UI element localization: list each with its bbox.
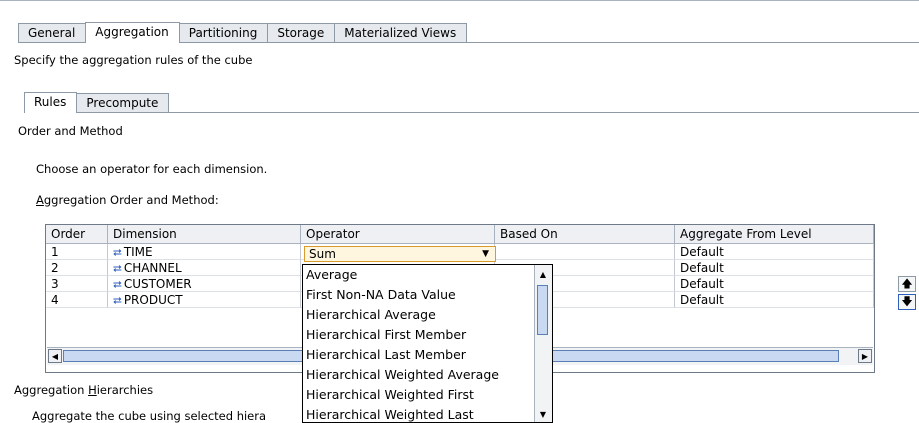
arrow-up-icon[interactable]: 🡅: [898, 276, 916, 292]
dimension-name: PRODUCT: [123, 293, 183, 307]
operator-option-hier-average[interactable]: Hierarchical Average: [303, 305, 552, 325]
scroll-left-icon[interactable]: ◀: [48, 349, 62, 363]
level-cell[interactable]: Default: [675, 260, 874, 276]
subtab-divider: [24, 112, 919, 113]
operator-option-hier-first-member[interactable]: Hierarchical First Member: [303, 325, 552, 345]
operator-option-hier-weighted-first[interactable]: Hierarchical Weighted First: [303, 385, 552, 405]
dimension-icon: ⮂: [113, 294, 122, 307]
hierarchies-instruction: Aggregate the cube using selected hiera: [32, 409, 267, 423]
hierarchies-title-prefix: Aggregation: [14, 383, 89, 397]
operator-option-first-non-na[interactable]: First Non-NA Data Value: [303, 285, 552, 305]
section-order-method: Order and Method: [18, 124, 123, 138]
scroll-right-icon[interactable]: ▶: [858, 349, 872, 363]
operator-option-hier-weighted-average[interactable]: Hierarchical Weighted Average: [303, 365, 552, 385]
tab-materialized-views[interactable]: Materialized Views: [334, 23, 468, 42]
hierarchies-title-rest: ierarchies: [96, 383, 154, 397]
tab-rules[interactable]: Rules: [24, 92, 78, 113]
dimension-icon: ⮂: [113, 262, 122, 275]
operator-instruction: Choose an operator for each dimension.: [36, 162, 268, 176]
order-cell: 2: [46, 260, 108, 276]
col-based-on[interactable]: Based On: [495, 225, 675, 243]
tab-precompute[interactable]: Precompute: [76, 93, 170, 112]
dimension-cell: ⮂ TIME: [108, 244, 301, 260]
col-dimension[interactable]: Dimension: [108, 225, 301, 243]
scroll-up-icon[interactable]: ▲: [536, 268, 550, 282]
dimension-cell: ⮂ PRODUCT: [108, 292, 301, 308]
scroll-down-icon[interactable]: ▼: [536, 408, 550, 422]
vertical-scroll-thumb[interactable]: [537, 285, 548, 335]
tab-general[interactable]: General: [18, 23, 87, 42]
operator-selected-value: Sum: [309, 247, 336, 261]
table-label: Aggregation Order and Method:: [36, 193, 219, 207]
col-operator[interactable]: Operator: [301, 225, 495, 243]
operator-option-hier-weighted-last[interactable]: Hierarchical Weighted Last: [303, 405, 552, 422]
tab-aggregation[interactable]: Aggregation: [85, 22, 180, 43]
operator-option-hier-last-member[interactable]: Hierarchical Last Member: [303, 345, 552, 365]
tab-partitioning[interactable]: Partitioning: [178, 23, 269, 42]
dimension-name: TIME: [123, 245, 153, 259]
level-cell[interactable]: Default: [675, 292, 874, 308]
hierarchies-title-mnemonic: H: [88, 383, 97, 397]
col-order[interactable]: Order: [46, 225, 108, 243]
dimension-cell: ⮂ CUSTOMER: [108, 276, 301, 292]
chevron-down-icon[interactable]: ▼: [482, 247, 489, 261]
order-cell: 3: [46, 276, 108, 292]
dimension-name: CHANNEL: [123, 261, 182, 275]
operator-combobox[interactable]: Sum ▼: [304, 246, 496, 262]
top-rule: [0, 0, 919, 1]
col-aggregate-from-level[interactable]: Aggregate From Level: [675, 225, 874, 243]
dropdown-vertical-scrollbar[interactable]: ▲ ▼: [534, 265, 552, 422]
dimension-name: CUSTOMER: [123, 277, 192, 291]
table-header: Order Dimension Operator Based On Aggreg…: [46, 225, 874, 244]
order-cell: 1: [46, 244, 108, 260]
main-tabs: General Aggregation Partitioning Storage…: [18, 22, 468, 43]
section-aggregation-hierarchies: Aggregation Hierarchies: [14, 383, 153, 397]
operator-option-average[interactable]: Average: [303, 265, 552, 285]
table-label-mnemonic: A: [36, 193, 44, 207]
dimension-icon: ⮂: [113, 246, 122, 259]
order-cell: 4: [46, 292, 108, 308]
tab-storage[interactable]: Storage: [267, 23, 336, 42]
page-description: Specify the aggregation rules of the cub…: [14, 53, 253, 67]
based-on-cell[interactable]: [495, 244, 675, 260]
table-label-text: ggregation Order and Method:: [43, 193, 219, 207]
level-cell[interactable]: Default: [675, 244, 874, 260]
dimension-icon: ⮂: [113, 278, 122, 291]
aggregation-panel: General Aggregation Partitioning Storage…: [0, 0, 919, 423]
sub-tabs: Rules Precompute: [24, 92, 170, 113]
level-cell[interactable]: Default: [675, 276, 874, 292]
dimension-cell: ⮂ CHANNEL: [108, 260, 301, 276]
operator-dropdown-list[interactable]: Average First Non-NA Data Value Hierarch…: [302, 264, 553, 423]
arrow-down-icon[interactable]: 🡇: [898, 294, 916, 310]
